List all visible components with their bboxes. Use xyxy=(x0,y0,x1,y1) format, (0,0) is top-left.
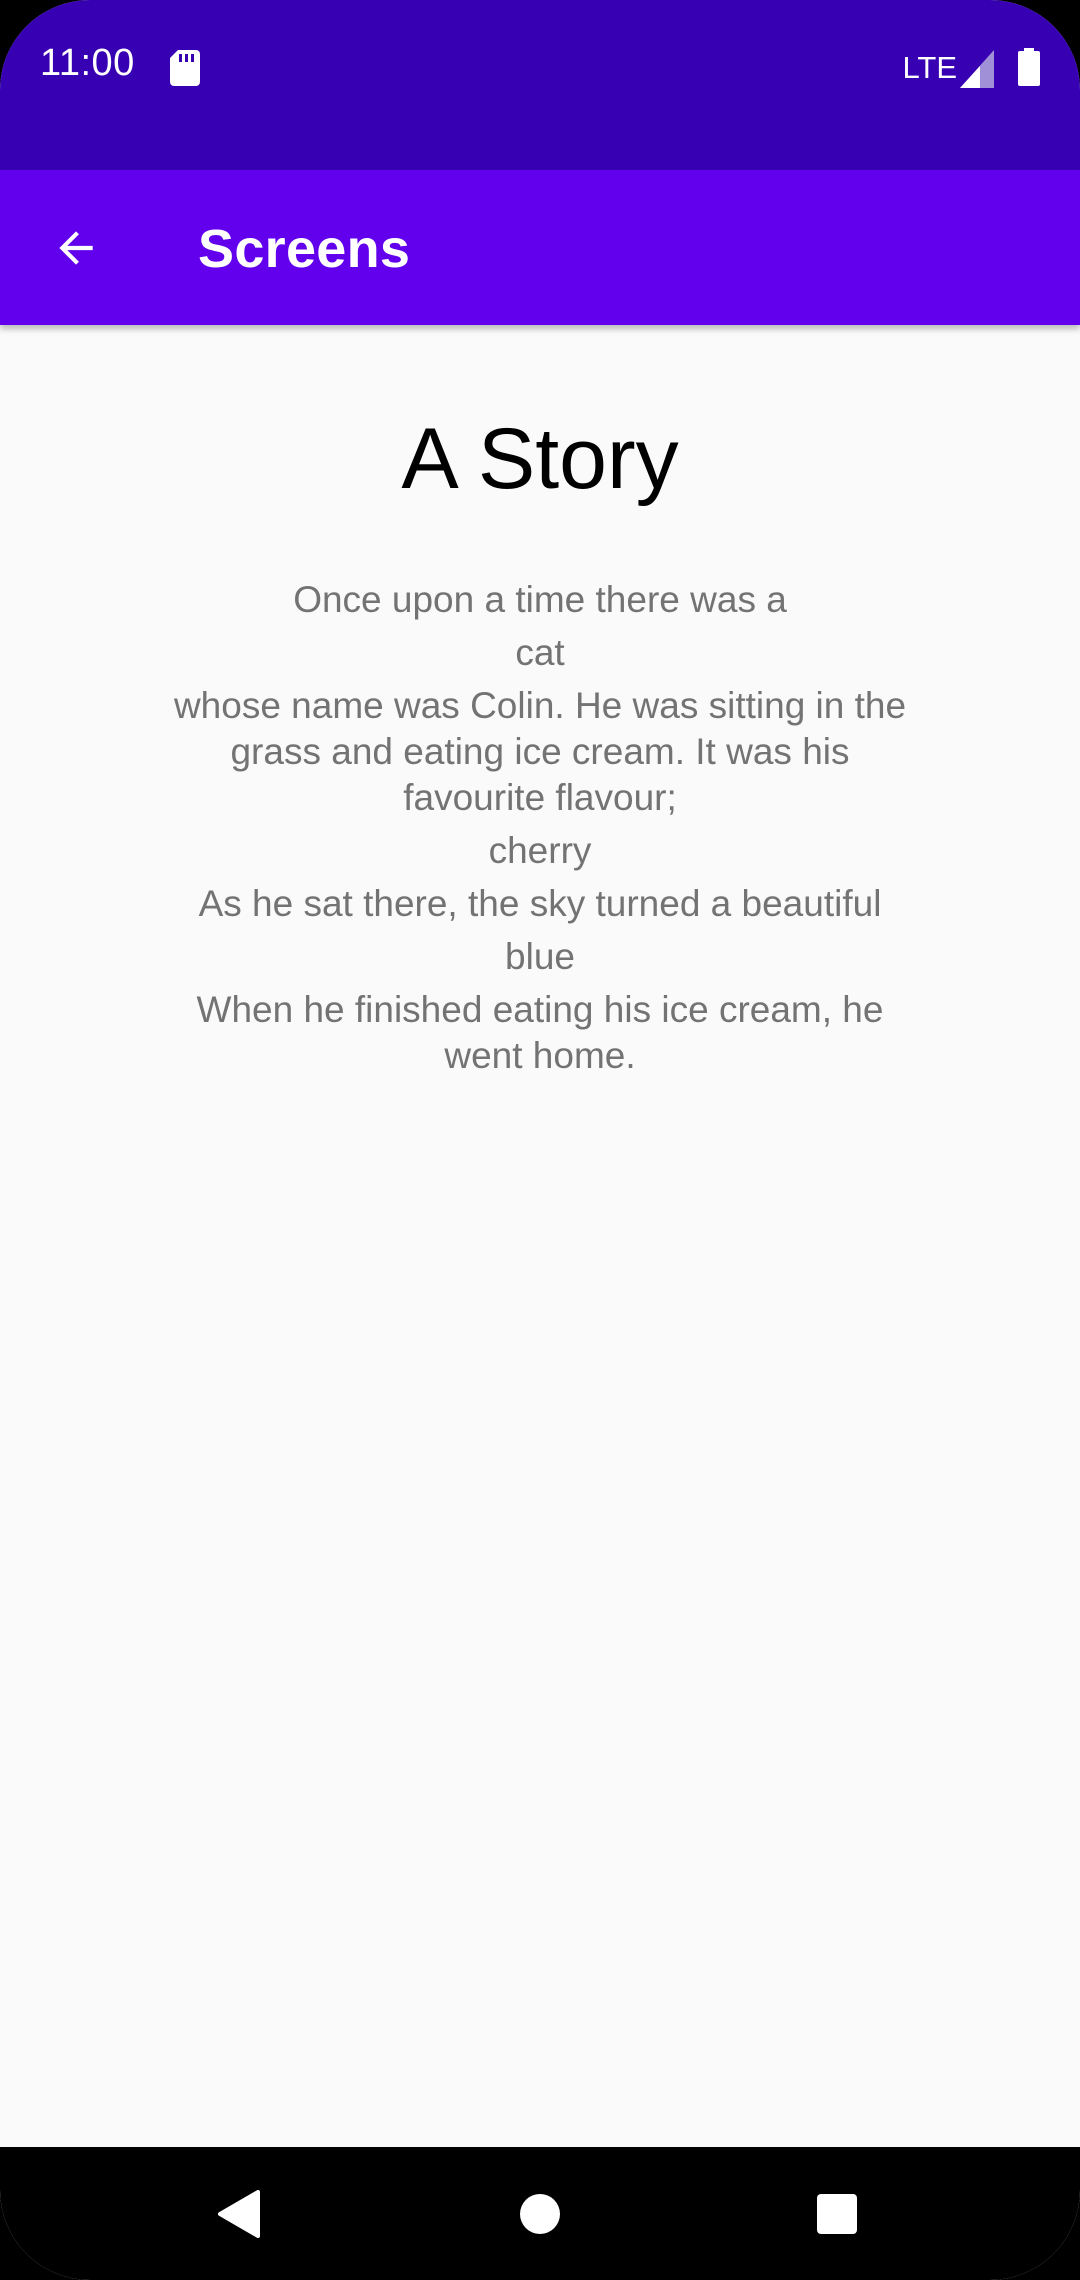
story-line: Once upon a time there was a xyxy=(293,579,787,620)
story-line: When he finished eating his ice cream, h… xyxy=(196,989,884,1076)
nav-recents-icon xyxy=(817,2193,857,2234)
story-line-color: blue xyxy=(505,936,575,977)
phone-screen: 11:00 LTE Screens A Story Once upon a ti… xyxy=(0,0,1080,2280)
story-line: whose name was Colin. He was sitting in … xyxy=(173,685,907,818)
story-line-animal: cat xyxy=(515,632,565,673)
battery-icon xyxy=(1018,48,1040,86)
arrow-back-icon xyxy=(59,231,93,265)
navigation-bar xyxy=(0,2147,1080,2280)
signal-icon xyxy=(960,50,994,88)
story-title: A Story xyxy=(401,411,679,507)
status-bar: 11:00 LTE xyxy=(0,0,1080,170)
nav-recents-button[interactable] xyxy=(782,2147,892,2280)
nav-back-icon xyxy=(218,2189,260,2238)
network-type-label: LTE xyxy=(902,50,957,85)
app-bar-title: Screens xyxy=(198,219,411,279)
story-text: Once upon a time there was a cat whose n… xyxy=(170,577,910,1086)
back-button[interactable] xyxy=(28,200,124,296)
nav-back-button[interactable] xyxy=(185,2147,295,2280)
story-line: As he sat there, the sky turned a beauti… xyxy=(198,883,882,924)
story-content: A Story Once upon a time there was a cat… xyxy=(0,325,1080,2147)
sd-card-icon xyxy=(170,50,200,86)
app-bar: Screens xyxy=(0,170,1080,325)
nav-home-icon xyxy=(520,2193,560,2234)
story-line-flavour: cherry xyxy=(488,830,592,871)
nav-home-button[interactable] xyxy=(485,2147,595,2280)
status-time: 11:00 xyxy=(40,42,135,84)
